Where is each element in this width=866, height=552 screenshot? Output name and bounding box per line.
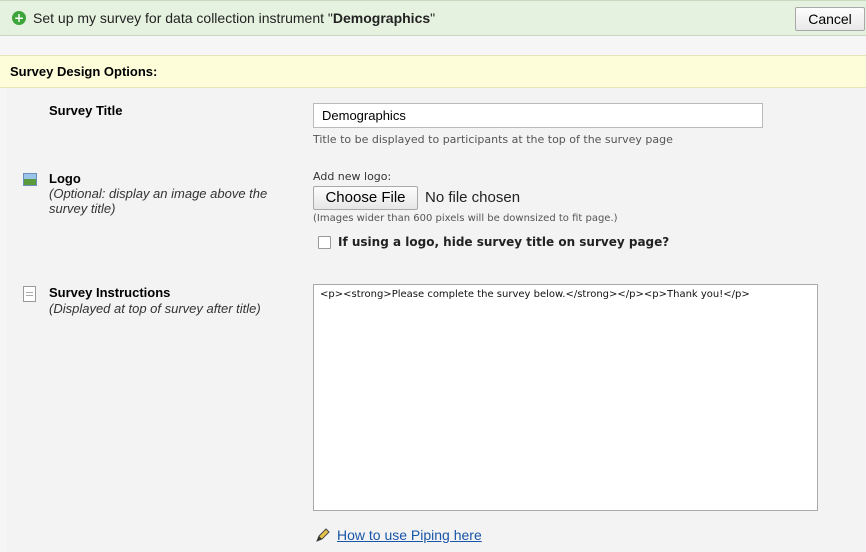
no-file-text: No file chosen: [425, 189, 521, 206]
choose-file-button[interactable]: Choose File: [313, 186, 418, 210]
hide-title-checkbox[interactable]: [318, 236, 331, 249]
image-icon: [23, 173, 37, 186]
instrument-name: Demographics: [332, 10, 431, 26]
instructions-description: (Displayed at top of survey after title): [49, 301, 261, 316]
how-to-use-piping-link[interactable]: How to use Piping here: [337, 527, 482, 543]
left-border: [0, 88, 7, 552]
add-logo-label: Add new logo:: [313, 170, 392, 183]
survey-title-label: Survey Title: [49, 103, 123, 118]
survey-setup-panel: + Set up my survey for data collection i…: [0, 0, 866, 552]
survey-title-input[interactable]: [313, 103, 763, 128]
survey-instructions-textarea[interactable]: <p><strong>Please complete the survey be…: [313, 284, 818, 511]
document-icon: [23, 286, 36, 302]
hide-title-label[interactable]: If using a logo, hide survey title on su…: [338, 235, 669, 249]
logo-label: Logo: [49, 171, 81, 186]
logo-size-hint: (Images wider than 600 pixels will be do…: [313, 213, 618, 224]
plus-circle-icon: +: [12, 11, 26, 25]
survey-design-options-header: Survey Design Options:: [0, 55, 866, 88]
pencil-icon: [316, 528, 330, 542]
setup-title: Set up my survey for data collection ins…: [33, 10, 436, 26]
setup-header: + Set up my survey for data collection i…: [0, 0, 866, 36]
survey-title-hint: Title to be displayed to participants at…: [313, 133, 673, 146]
section-title: Survey Design Options:: [10, 64, 158, 79]
cancel-button[interactable]: Cancel: [795, 7, 865, 31]
logo-description: (Optional: display an image above the su…: [49, 186, 268, 216]
instructions-label: Survey Instructions: [49, 285, 171, 300]
